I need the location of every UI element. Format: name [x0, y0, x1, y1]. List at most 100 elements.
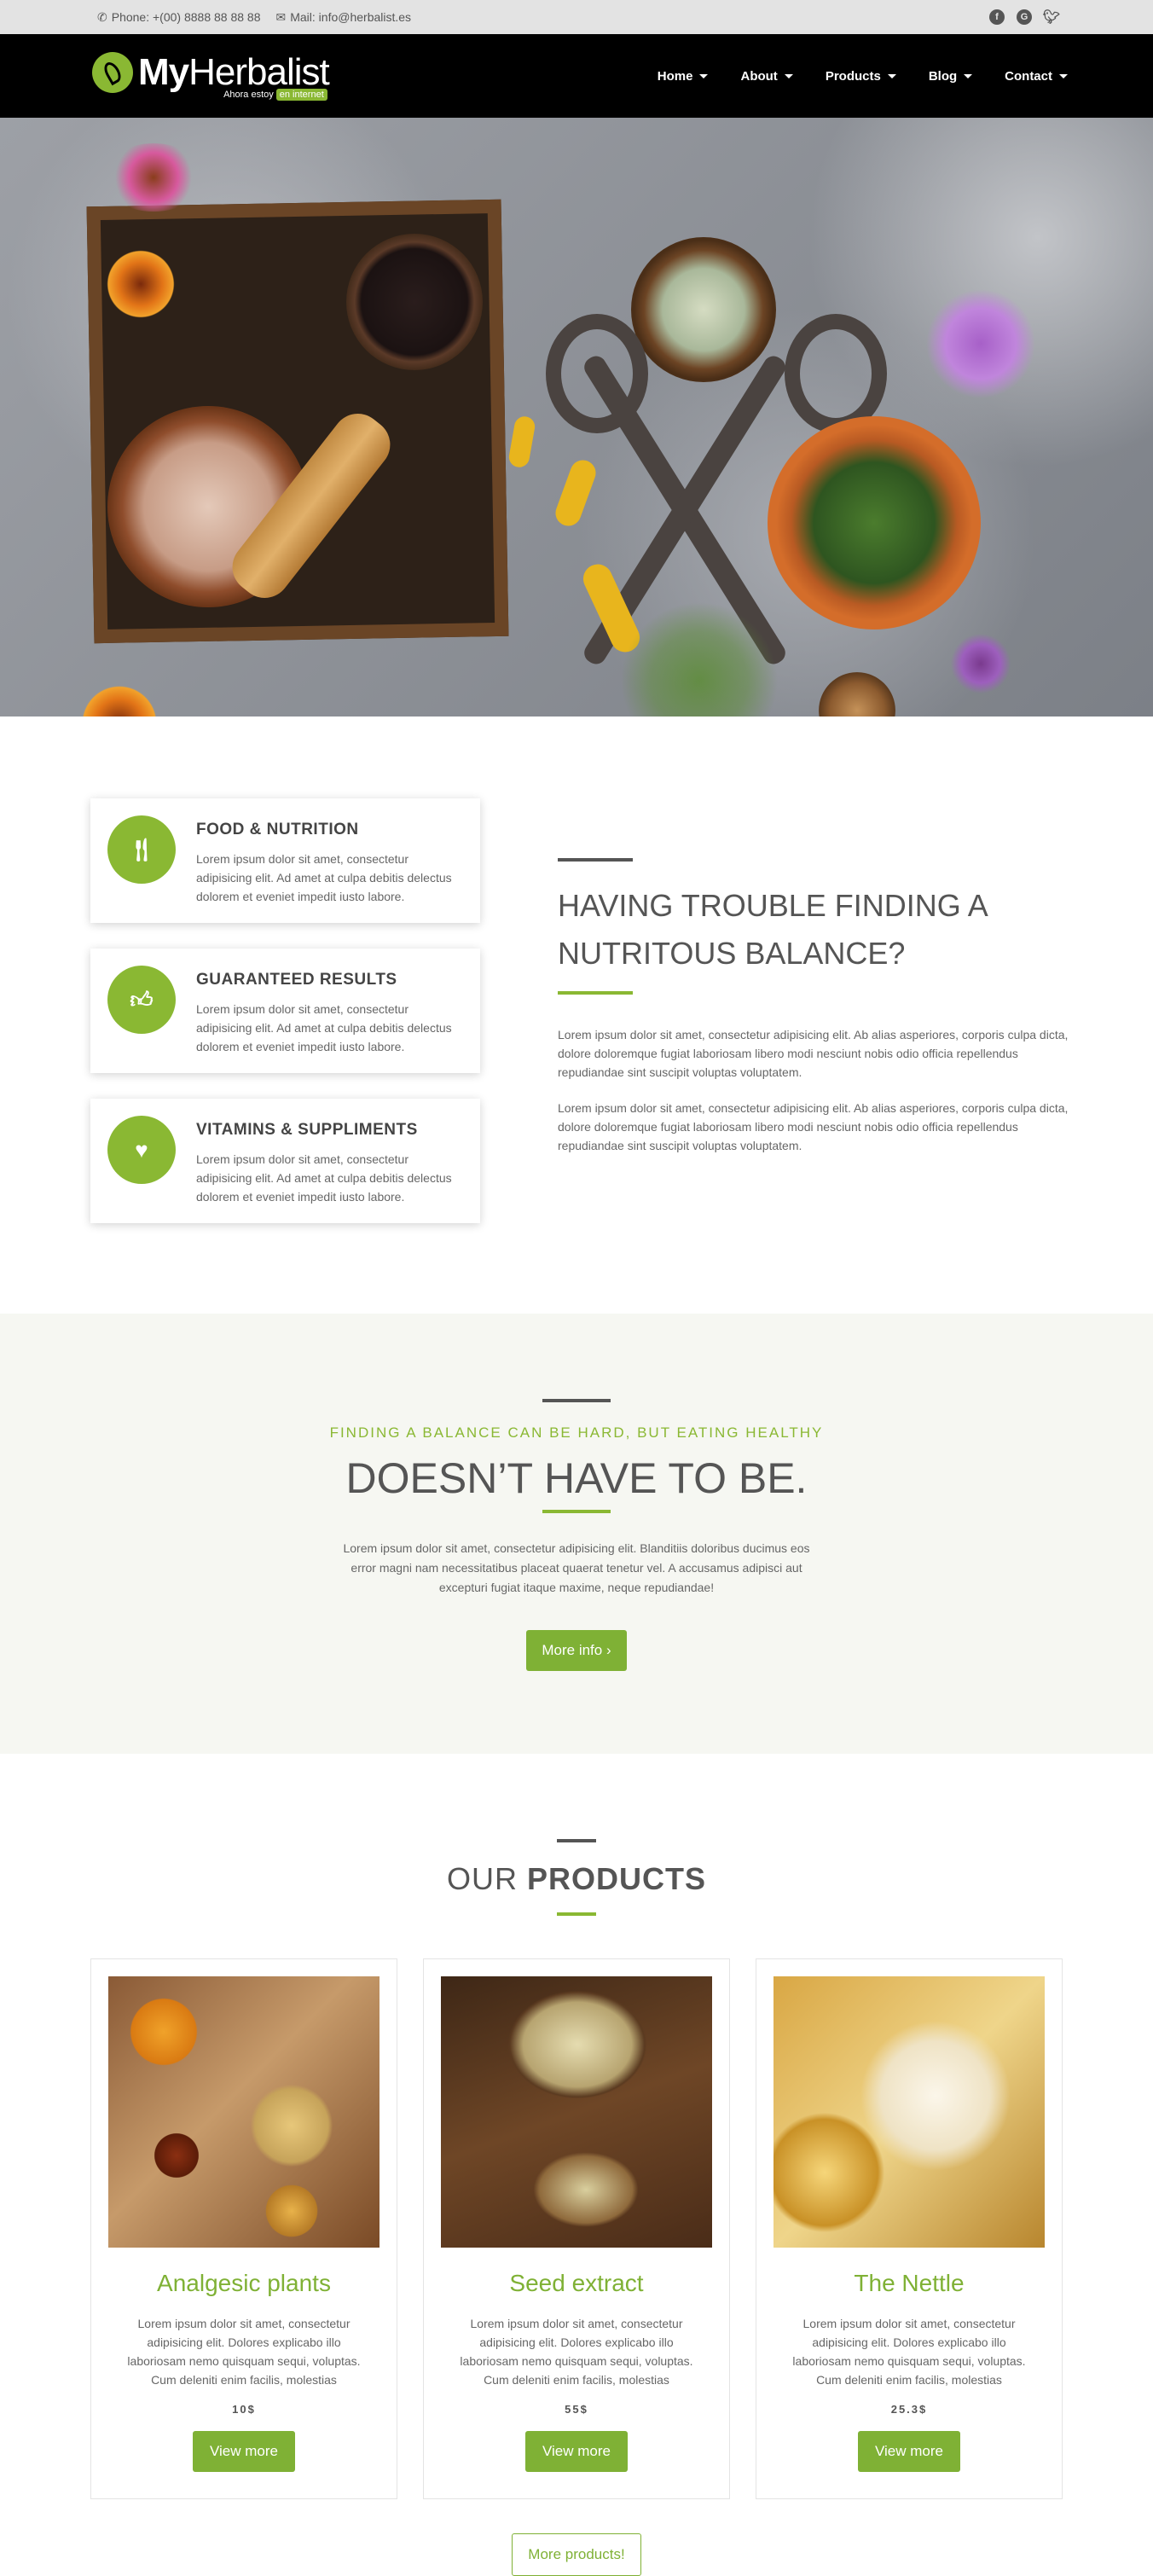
logo-tagline-highlight: en internet	[275, 89, 327, 101]
cutlery-icon: 🍴︎	[107, 815, 176, 884]
product-price: 10$	[232, 2403, 256, 2416]
site-logo[interactable]: MyHerbalist Ahora estoy en internet	[92, 51, 330, 101]
trouble-block: HAVING TROUBLE FINDING A NUTRITOUS BALAN…	[558, 858, 1069, 1172]
button-label: More info	[542, 1642, 603, 1658]
features-section: 🍴︎ FOOD & NUTRITION Lorem ipsum dolor si…	[0, 717, 1153, 1314]
balance-text: Lorem ipsum dolor sit amet, consectetur …	[343, 1541, 810, 1594]
products-heading-light: OUR	[446, 1861, 518, 1896]
phone-info: ✆ Phone: +(00) 8888 88 88 88	[97, 10, 261, 25]
product-name[interactable]: Analgesic plants	[108, 2270, 380, 2297]
contact-info: ✆ Phone: +(00) 8888 88 88 88 ✉ Mail: info@…	[97, 10, 411, 25]
product-price: 55$	[565, 2403, 588, 2416]
marigold-flower	[77, 681, 162, 717]
feature-body: FOOD & NUTRITION Lorem ipsum dolor sit a…	[196, 815, 463, 923]
marigold-flower	[102, 246, 179, 322]
product-description: Lorem ipsum dolor sit amet, consectetur …	[127, 2317, 361, 2387]
product-image[interactable]	[441, 1976, 712, 2248]
thistle-flower	[947, 629, 1015, 698]
nav-item-blog[interactable]: Blog	[928, 68, 973, 84]
feature-title: GUARANTEED RESULTS	[196, 971, 397, 989]
divider-accent	[542, 1510, 611, 1513]
feature-list: 🍴︎ FOOD & NUTRITION Lorem ipsum dolor si…	[90, 798, 480, 1249]
product-description: Lorem ipsum dolor sit amet, consectetur …	[460, 2317, 693, 2387]
product-name[interactable]: Seed extract	[441, 2270, 712, 2297]
products-heading-bold: PRODUCTS	[527, 1861, 707, 1896]
twitter-icon[interactable]: 🐦︎	[1043, 9, 1060, 25]
nav-item-label: Blog	[928, 68, 958, 84]
trouble-heading: HAVING TROUBLE FINDING A NUTRITOUS BALAN…	[558, 888, 987, 971]
nav-item-home[interactable]: Home	[658, 69, 709, 84]
echinacea-flower	[102, 143, 205, 212]
nav-item-contact[interactable]: Contact	[1005, 69, 1068, 84]
more-products-button[interactable]: More products!	[512, 2533, 641, 2576]
scissors-handle	[785, 314, 887, 433]
turmeric-root	[552, 456, 600, 530]
logo-text: MyHerbalist	[138, 51, 330, 93]
products-heading: OUR PRODUCTS	[0, 1861, 1153, 1897]
caret-down-icon	[964, 73, 973, 78]
product-description: Lorem ipsum dolor sit amet, consectetur …	[792, 2317, 1026, 2387]
trouble-paragraph: Lorem ipsum dolor sit amet, consectetur …	[558, 1028, 1069, 1079]
mortar-with-herbs	[768, 416, 981, 629]
caret-down-icon	[1059, 73, 1068, 78]
divider	[558, 858, 633, 862]
nav-item-about[interactable]: About	[740, 68, 793, 84]
feature-text: Lorem ipsum dolor sit amet, consectetur …	[196, 1002, 452, 1053]
turmeric-root	[507, 415, 537, 469]
logo-row: MyHerbalist	[92, 51, 330, 93]
facebook-icon[interactable]: f	[989, 9, 1005, 25]
product-image[interactable]	[108, 1976, 380, 2248]
top-bar: ✆ Phone: +(00) 8888 88 88 88 ✉ Mail: info@…	[0, 0, 1153, 34]
thumbs-up-icon: 👍︎	[107, 966, 176, 1034]
more-info-button[interactable]: More info ›	[526, 1630, 627, 1671]
product-price: 25.3$	[890, 2403, 928, 2416]
nav-item-label: Contact	[1005, 68, 1052, 84]
product-card: The Nettle Lorem ipsum dolor sit amet, c…	[756, 1958, 1063, 2499]
view-more-button[interactable]: View more	[858, 2431, 960, 2472]
nav-item-products[interactable]: Products	[826, 69, 896, 84]
divider	[557, 1839, 596, 1842]
balance-heading: DOESN’T HAVE TO BE.	[345, 1454, 808, 1502]
balance-section: FINDING A BALANCE CAN BE HARD, BUT EATIN…	[0, 1314, 1153, 1754]
leaf-icon	[92, 52, 133, 93]
scissors-handle	[546, 314, 648, 433]
trouble-paragraph: Lorem ipsum dolor sit amet, consectetur …	[558, 1101, 1069, 1152]
product-name[interactable]: The Nettle	[773, 2270, 1045, 2297]
nav-item-label: About	[740, 68, 778, 84]
feature-title: FOOD & NUTRITION	[196, 821, 359, 838]
product-card: Analgesic plants Lorem ipsum dolor sit a…	[90, 1958, 397, 2499]
feature-card: 🍴︎ FOOD & NUTRITION Lorem ipsum dolor si…	[90, 798, 480, 923]
logo-tagline: Ahora estoy en internet	[223, 89, 327, 101]
mail-text: Mail: info@herbalist.es	[290, 10, 412, 24]
balance-subtitle: FINDING A BALANCE CAN BE HARD, BUT EATIN…	[329, 1424, 824, 1441]
logo-text-bold: My	[138, 51, 189, 93]
berries-bowl	[346, 234, 483, 370]
divider-accent	[557, 1912, 596, 1916]
succulent-bowl	[631, 237, 776, 382]
cinnamon-slice	[819, 672, 895, 717]
logo-text-light: Herbalist	[188, 51, 330, 93]
phone-text: Phone: +(00) 8888 88 88 88	[111, 10, 261, 24]
main-navbar: MyHerbalist Ahora estoy en internet Home …	[0, 34, 1153, 118]
caret-down-icon	[887, 73, 896, 78]
caret-down-icon	[699, 73, 709, 78]
feature-text: Lorem ipsum dolor sit amet, consectetur …	[196, 1152, 452, 1204]
hero-image	[0, 118, 1153, 717]
nav-menu: Home About Products Blog Contact	[658, 69, 1068, 84]
google-plus-icon[interactable]: G	[1017, 9, 1032, 25]
product-grid: Analgesic plants Lorem ipsum dolor sit a…	[0, 1958, 1153, 2499]
logo-tagline-text: Ahora estoy	[223, 90, 274, 100]
caret-down-icon	[784, 73, 793, 78]
nav-item-label: Home	[657, 68, 693, 84]
social-links: f G 🐦︎	[989, 9, 1060, 25]
feature-body: GUARANTEED RESULTS Lorem ipsum dolor sit…	[196, 966, 463, 1073]
product-image[interactable]	[773, 1976, 1045, 2248]
feature-title: VITAMINS & SUPPLIMENTS	[196, 1121, 418, 1139]
heartbeat-icon: ♥	[107, 1116, 176, 1184]
view-more-button[interactable]: View more	[193, 2431, 295, 2472]
feature-card: 👍︎ GUARANTEED RESULTS Lorem ipsum dolor …	[90, 949, 480, 1073]
chevron-right-icon: ›	[605, 1642, 611, 1658]
feature-body: VITAMINS & SUPPLIMENTS Lorem ipsum dolor…	[196, 1116, 463, 1223]
phone-icon: ✆	[97, 9, 107, 24]
view-more-button[interactable]: View more	[525, 2431, 628, 2472]
